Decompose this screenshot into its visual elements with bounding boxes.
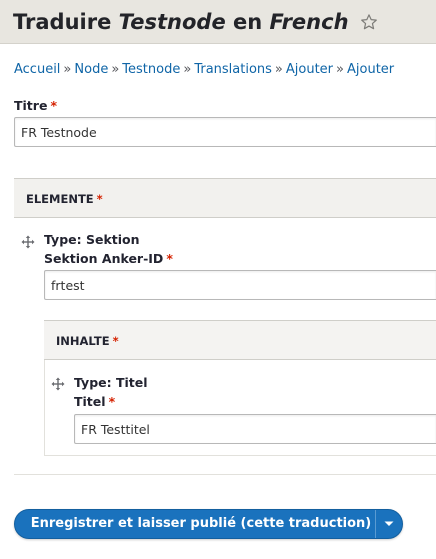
save-button-label[interactable]: Enregistrer et laisser publié (cette tra…: [15, 510, 375, 538]
breadcrumb-separator: »: [336, 62, 344, 77]
page-title: Traduire Testnode en French: [13, 8, 378, 38]
star-icon[interactable]: [360, 10, 378, 38]
breadcrumb-separator: »: [274, 62, 283, 77]
sektion-type-label: Type: Sektion: [44, 232, 140, 247]
title-node-name: Testnode: [118, 10, 226, 34]
required-marker: *: [112, 334, 119, 348]
save-options-toggle[interactable]: [375, 510, 402, 538]
elemente-header: ELEMENTE *: [14, 178, 436, 218]
required-marker: *: [96, 192, 103, 206]
breadcrumb-separator: »: [111, 62, 120, 77]
required-marker: *: [108, 394, 116, 409]
title-language: French: [269, 10, 349, 34]
elemente-label: ELEMENTE *: [26, 191, 103, 207]
inhalte-label-text: INHALTE: [56, 334, 110, 348]
inhalte-label: INHALTE *: [56, 333, 119, 349]
drag-handle-icon[interactable]: [21, 234, 35, 249]
required-marker: *: [166, 251, 173, 266]
breadcrumb-separator: »: [63, 62, 72, 77]
save-button[interactable]: Enregistrer et laisser publié (cette tra…: [14, 509, 403, 539]
inhalte-header: INHALTE *: [44, 320, 436, 360]
title-input[interactable]: [14, 117, 436, 147]
titel-field-label: Titel *: [74, 394, 115, 410]
breadcrumb-accueil[interactable]: Accueil: [14, 62, 60, 77]
titel-type-label: Type: Titel: [74, 375, 148, 390]
breadcrumb-ajouter[interactable]: Ajouter: [286, 62, 333, 77]
title-prefix: Traduire: [13, 10, 112, 34]
breadcrumb-node[interactable]: Node: [74, 62, 108, 77]
anchor-id-label: Sektion Anker-ID *: [44, 251, 173, 267]
elemente-label-text: ELEMENTE: [26, 192, 94, 206]
breadcrumb-testnode[interactable]: Testnode: [122, 62, 180, 77]
titel-input[interactable]: [74, 414, 436, 444]
required-marker: *: [50, 98, 57, 113]
title-field-label: Titre *: [14, 98, 57, 114]
anchor-id-input[interactable]: [44, 270, 436, 300]
chevron-down-icon: [384, 521, 394, 526]
divider: [14, 474, 436, 475]
breadcrumb: Accueil» Node» Testnode» Translations» Ajout…: [14, 61, 394, 79]
anchor-id-label-text: Sektion Anker-ID: [44, 251, 164, 266]
title-label-text: Titre: [14, 98, 48, 113]
breadcrumb-translations[interactable]: Translations: [194, 62, 272, 77]
breadcrumb-separator: »: [183, 62, 192, 77]
drag-handle-icon[interactable]: [51, 376, 65, 391]
title-middle: en: [233, 10, 263, 34]
breadcrumb-ajouter-current[interactable]: Ajouter: [347, 62, 394, 77]
titel-label-text: Titel: [74, 394, 106, 409]
page-header: Traduire Testnode en French: [0, 0, 436, 44]
